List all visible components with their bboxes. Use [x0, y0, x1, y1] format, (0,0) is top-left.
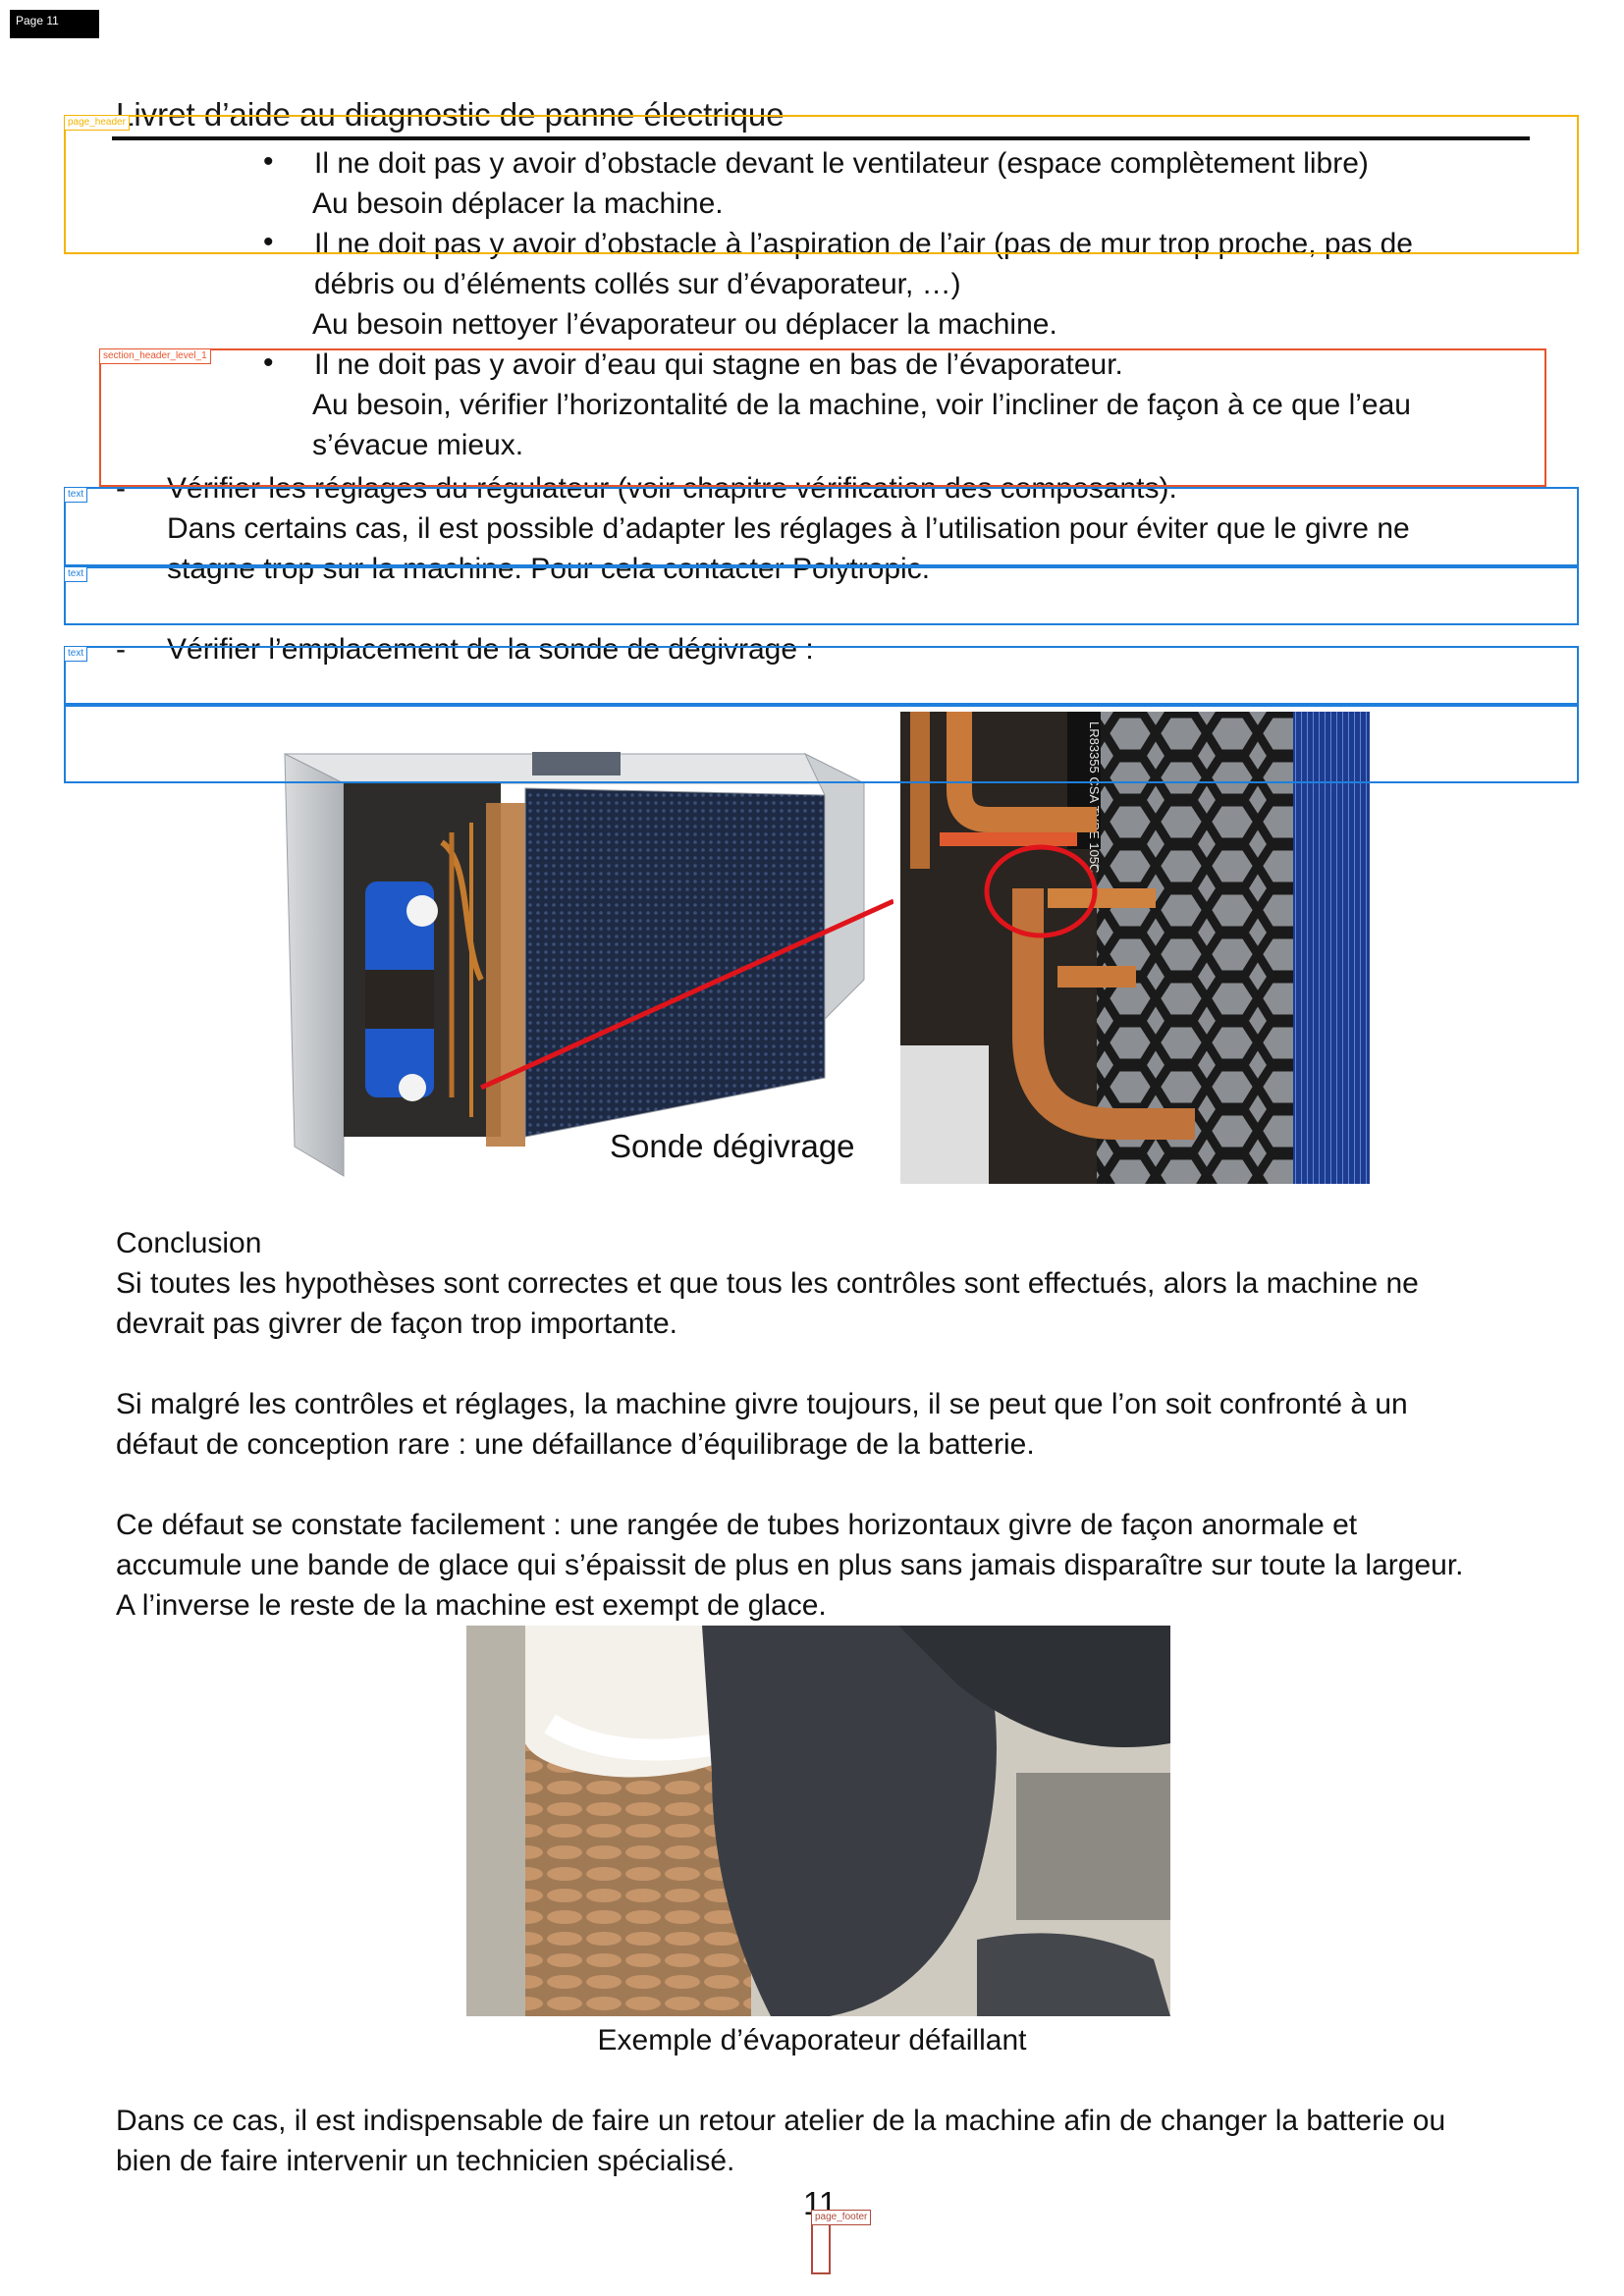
bullet-3-line-2: Au besoin, vérifier l’horizontalité de l…	[312, 389, 1411, 421]
machine-photo	[275, 744, 893, 1178]
hose-label: LR83355 CSA TYPE 105C	[1087, 721, 1102, 873]
section-header-annotation-label: section_header_level_1	[99, 348, 211, 364]
bullet-3-line-1: Il ne doit pas y avoir d’eau qui stagne …	[314, 348, 1123, 381]
page-tag: Page 11	[10, 10, 99, 38]
sensor-closeup-photo: LR83355 CSA TYPE 105C	[900, 712, 1370, 1184]
text-annotation-label: text	[64, 566, 88, 582]
dash-1-line-1: Vérifier les réglages du régulateur (voi…	[167, 472, 1177, 505]
conclusion-p1-line-1: Si toutes les hypothèses sont correctes …	[116, 1267, 1419, 1300]
bullet-marker: •	[263, 226, 274, 258]
bullet-2-line-1b: débris ou d’éléments collés sur d’évapor…	[314, 268, 961, 300]
dash-marker: -	[116, 633, 126, 666]
bullet-1-line-2: Au besoin déplacer la machine.	[312, 187, 724, 220]
page-footer-annotation-label: page_footer	[811, 2210, 872, 2225]
bullet-marker: •	[263, 145, 274, 178]
conclusion-p3-line-3: A l’inverse le reste de la machine est e…	[116, 1589, 827, 1622]
conclusion-p3-line-1: Ce défaut se constate facilement : une r…	[116, 1509, 1358, 1541]
bullet-3-line-3: s’évacue mieux.	[312, 429, 524, 461]
bullet-1-line-1: Il ne doit pas y avoir d’obstacle devant…	[314, 147, 1369, 180]
conclusion-title: Conclusion	[116, 1227, 262, 1259]
dash-2-line-1: Vérifier l’emplacement de la sonde de dé…	[167, 633, 814, 666]
header-rule	[112, 136, 1530, 140]
bullet-2-line-1: Il ne doit pas y avoir d’obstacle à l’as…	[314, 228, 1413, 260]
dash-1-line-2: Dans certains cas, il est possible d’ada…	[167, 512, 1410, 545]
evaporator-photo	[466, 1626, 1170, 2016]
text-annotation-label: text	[64, 646, 88, 662]
conclusion-p2-line-1: Si malgré les contrôles et réglages, la …	[116, 1388, 1408, 1420]
conclusion-p2-line-2: défaut de conception rare : une défailla…	[116, 1428, 1035, 1461]
final-line-2: bien de faire intervenir un technicien s…	[116, 2145, 735, 2177]
figure-caption-sonde: Sonde dégivrage	[610, 1128, 855, 1164]
conclusion-p3-line-2: accumule une bande de glace qui s’épaiss…	[116, 1549, 1464, 1581]
final-line-1: Dans ce cas, il est indispensable de fai…	[116, 2105, 1446, 2137]
bullet-2-line-2: Au besoin nettoyer l’évaporateur ou dépl…	[312, 308, 1057, 341]
bullet-marker: •	[263, 347, 274, 379]
dash-1-line-3: stagne trop sur la machine. Pour cela co…	[167, 553, 931, 585]
conclusion-p1-line-2: devrait pas givrer de façon trop importa…	[116, 1308, 677, 1340]
figure-caption-evaporator: Exemple d’évaporateur défaillant	[597, 2024, 1027, 2056]
dash-marker: -	[116, 472, 126, 505]
text-annotation-label: text	[64, 487, 88, 503]
page-header-annotation-label: page_header	[64, 115, 130, 131]
page-header-title: Livret d’aide au diagnostic de panne éle…	[116, 96, 785, 133]
